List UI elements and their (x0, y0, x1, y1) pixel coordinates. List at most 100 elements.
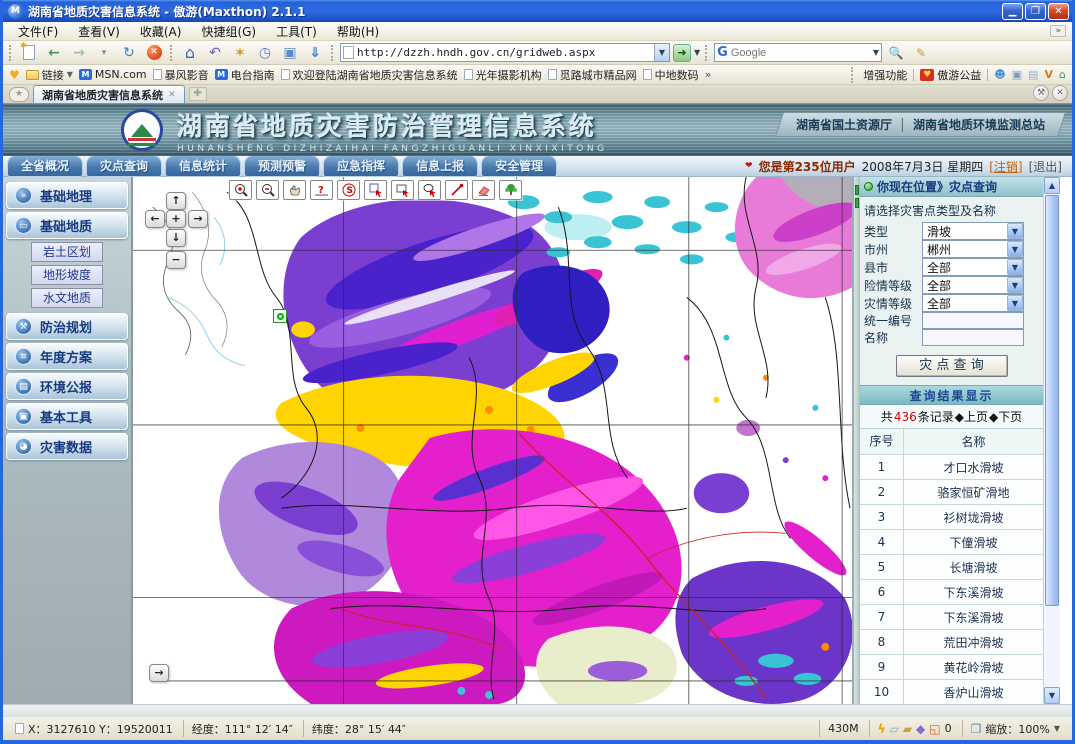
sub-item-hydrogeology[interactable]: 水文地质 (31, 288, 103, 308)
tab-security-management[interactable]: 安全管理 (481, 155, 557, 177)
row-name[interactable]: 才口水滑坡 (904, 459, 1043, 476)
proxy-icon[interactable]: ▱ (890, 722, 899, 736)
menu-favorites[interactable]: 收藏(A) (131, 22, 191, 41)
note-icon[interactable]: ▤ (1028, 68, 1038, 81)
city-select[interactable]: 郴州 ▼ (922, 240, 1024, 258)
table-row[interactable]: 2骆家恒矿滑地 (860, 480, 1043, 505)
tab-closeall-button[interactable]: ✕ (1052, 85, 1068, 101)
charity-button[interactable]: ♥傲游公益 (920, 67, 981, 83)
pan-right-button[interactable]: → (188, 210, 208, 228)
download-button[interactable]: ⇓ (304, 43, 326, 63)
close-button[interactable]: ✕ (1048, 3, 1069, 20)
danger-level-select[interactable]: 全部 ▼ (922, 276, 1024, 294)
table-row[interactable]: 3衫树垅滑坡 (860, 505, 1043, 530)
restore-button[interactable]: ❐ (1025, 3, 1046, 20)
minimize-button[interactable]: ▁ (1002, 3, 1023, 20)
table-row[interactable]: 4下僮滑坡 (860, 530, 1043, 555)
table-row[interactable]: 5长塘滑坡 (860, 555, 1043, 580)
station-marker-icon[interactable] (273, 309, 287, 323)
zoom-control[interactable]: ❐ 缩放：100% ▼ (962, 720, 1068, 737)
chevron-down-icon[interactable]: ▼ (1054, 724, 1060, 733)
highlight-button[interactable]: ✎ (910, 43, 932, 63)
links-folder[interactable]: 链接 ▼ (26, 67, 73, 83)
forward-button[interactable]: → (68, 43, 90, 63)
prev-page-link[interactable]: ◆上页 (955, 408, 988, 425)
chevron-down-icon[interactable]: ▼ (1007, 259, 1023, 275)
pan-up-button[interactable]: ↑ (166, 192, 186, 210)
tab-forecast-warning[interactable]: 预测预警 (244, 155, 320, 177)
stop-button[interactable]: ✕ (143, 43, 165, 63)
chevron-down-icon[interactable]: ▼ (1007, 277, 1023, 293)
link-zhongdi[interactable]: 中地数码 (643, 67, 699, 83)
scroll-right-button[interactable]: → (149, 664, 169, 682)
menu-tools[interactable]: 工具(T) (267, 22, 326, 41)
sidebar-item-disaster-data[interactable]: ◕ 灾害数据 (6, 433, 128, 460)
scrollbar-thumb[interactable] (1045, 195, 1059, 606)
sidebar-item-base-geography[interactable]: » 基础地理 (6, 182, 128, 209)
enhance-button[interactable]: 增强功能 (863, 67, 907, 83)
sidebar-item-environment-bulletin[interactable]: ▤ 环境公报 (6, 373, 128, 400)
select-s-button[interactable]: S (337, 180, 360, 200)
pan-hand-button[interactable] (283, 180, 306, 200)
zoom-minus-button[interactable]: − (166, 251, 186, 269)
menu-help[interactable]: 帮助(H) (328, 22, 388, 41)
tab-close-icon[interactable]: ✕ (168, 90, 176, 100)
table-row[interactable]: 10香炉山滑坡 (860, 680, 1043, 704)
sub-item-terrain-slope[interactable]: 地形坡度 (31, 265, 103, 285)
menu-view[interactable]: 查看(V) (69, 22, 129, 41)
tab-settings-button[interactable]: ⚒ (1033, 85, 1049, 101)
search-engine-dropdown[interactable]: ▼ (873, 48, 879, 57)
row-name[interactable]: 香炉山滑坡 (904, 684, 1043, 701)
panel-scrollbar[interactable]: ▲ ▼ (1043, 177, 1060, 704)
menu-groups[interactable]: 快捷组(G) (192, 22, 265, 41)
map-viewport[interactable]: ? S ↑ ← + → ↓ − → (133, 177, 853, 704)
row-name[interactable]: 衫树垅滑坡 (904, 509, 1043, 526)
table-row[interactable]: 1才口水滑坡 (860, 455, 1043, 480)
chevron-down-icon[interactable]: ▼ (1007, 241, 1023, 257)
search-button[interactable]: 🔍 (885, 43, 907, 63)
scroll-up-arrow[interactable]: ▲ (1044, 177, 1060, 194)
link-land-resources[interactable]: 湖南省国土资源厅 (796, 116, 892, 133)
back-button[interactable]: ← (43, 43, 65, 63)
scroll-down-arrow[interactable]: ▼ (1044, 687, 1060, 704)
url-dropdown-button[interactable]: ▼ (654, 44, 669, 61)
layers-button[interactable] (499, 180, 522, 200)
code-input[interactable] (922, 312, 1024, 329)
geological-map[interactable] (133, 177, 852, 704)
row-name[interactable]: 下东溪滑坡 (904, 584, 1043, 601)
window-icon[interactable]: ▣ (1012, 68, 1022, 81)
identify-button[interactable]: ? (310, 180, 333, 200)
zoom-plus-button[interactable]: + (166, 210, 186, 228)
active-tab[interactable]: 湖南省地质灾害信息系统 ✕ (33, 85, 185, 103)
refresh-button[interactable]: ↻ (118, 43, 140, 63)
zoom-in-button[interactable] (229, 180, 252, 200)
exit-link[interactable]: [退出] (1029, 158, 1062, 175)
next-page-link[interactable]: ◆下页 (989, 408, 1022, 425)
sidebar-item-prevention-planning[interactable]: ⚒ 防治规划 (6, 313, 128, 340)
name-input[interactable] (922, 329, 1024, 346)
row-name[interactable]: 黄花岭滑坡 (904, 659, 1043, 676)
county-select[interactable]: 全部 ▼ (922, 258, 1024, 276)
table-row[interactable]: 9黄花岭滑坡 (860, 655, 1043, 680)
folder-icon[interactable]: ▰ (903, 722, 912, 736)
favorites-heart-icon[interactable]: ♥ (9, 68, 20, 82)
zoom-out-button[interactable] (256, 180, 279, 200)
new-tab-plus-button[interactable]: ✚ (189, 87, 207, 101)
pan-left-button[interactable]: ← (145, 210, 165, 228)
tab-disaster-query[interactable]: 灾点查询 (86, 155, 162, 177)
boost-lightning-icon[interactable]: ϟ (878, 722, 886, 736)
favorites-star-button[interactable]: ★ (9, 87, 29, 102)
tab-statistics[interactable]: 信息统计 (165, 155, 241, 177)
history-dropdown-button[interactable]: ▾ (93, 43, 115, 63)
home-button[interactable]: ⌂ (179, 43, 201, 63)
eraser-button[interactable] (472, 180, 495, 200)
tab-emergency-command[interactable]: 应急指挥 (323, 155, 399, 177)
links-overflow-button[interactable]: » (705, 68, 712, 81)
resize-window-icon[interactable]: ❐ (971, 722, 982, 736)
row-name[interactable]: 下东溪滑坡 (904, 609, 1043, 626)
user-account-icon[interactable]: ☻ (994, 68, 1005, 81)
table-row[interactable]: 6下东溪滑坡 (860, 580, 1043, 605)
sidebar-item-annual-plan[interactable]: ≡ 年度方案 (6, 343, 128, 370)
magic-wand-button[interactable]: ✶ (229, 43, 251, 63)
row-name[interactable]: 下僮滑坡 (904, 534, 1043, 551)
